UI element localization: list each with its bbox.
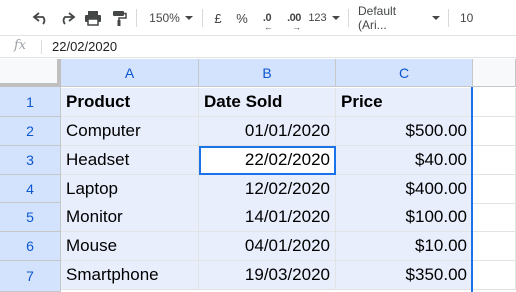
cell-d2[interactable] — [473, 117, 516, 146]
cell-a7[interactable]: Smartphone — [61, 261, 199, 290]
cell-c2[interactable]: $500.00 — [336, 117, 473, 146]
column-header-c[interactable]: C — [336, 59, 473, 87]
toolbar-divider — [202, 9, 203, 27]
chevron-down-icon — [331, 16, 340, 20]
increase-decimal-button[interactable]: .00 → — [282, 7, 306, 32]
cell-a6[interactable]: Mouse — [61, 232, 199, 261]
cell-d5[interactable] — [473, 203, 516, 232]
cell-c4[interactable]: $400.00 — [336, 175, 473, 204]
print-icon[interactable] — [82, 7, 104, 29]
paint-format-icon[interactable] — [108, 7, 130, 29]
cell-c6[interactable]: $10.00 — [336, 232, 473, 261]
decrease-decimal-button[interactable]: .0 ← — [256, 7, 278, 32]
font-value: Default (Ari... — [358, 4, 397, 32]
row-header-2[interactable]: 2 — [0, 117, 61, 146]
cell-d7[interactable] — [473, 261, 516, 290]
formula-bar: fx 22/02/2020 — [0, 36, 516, 58]
currency-format-button[interactable]: £ — [210, 7, 226, 29]
cell-a4[interactable]: Laptop — [61, 175, 199, 204]
row-header-3[interactable]: 3 — [0, 146, 61, 175]
formula-input[interactable]: 22/02/2020 — [52, 39, 117, 54]
cell-a3[interactable]: Headset — [61, 146, 199, 175]
fx-label: fx — [14, 38, 27, 53]
selection-range-border — [471, 87, 473, 292]
cell-d4[interactable] — [473, 175, 516, 204]
font-select[interactable]: Default (Ari... — [358, 4, 440, 32]
cell-d3[interactable] — [473, 146, 516, 175]
percent-format-button[interactable]: % — [234, 7, 250, 29]
arrow-left-icon: ← — [264, 22, 273, 32]
column-header-d[interactable] — [473, 59, 516, 87]
font-size-value: 10 — [460, 11, 474, 25]
row-header-6[interactable]: 6 — [0, 232, 61, 261]
row-header-5[interactable]: 5 — [0, 203, 61, 232]
cell-c1[interactable]: Price — [336, 88, 473, 117]
row-header-4[interactable]: 4 — [0, 175, 61, 203]
chevron-down-icon — [432, 16, 440, 20]
cell-b6[interactable]: 04/01/2020 — [199, 232, 336, 261]
cell-b3-active[interactable]: 22/02/2020 — [199, 146, 336, 175]
cell-a2[interactable]: Computer — [61, 117, 199, 146]
more-formats-select[interactable]: 123 — [308, 7, 340, 29]
more-formats-label: 123 — [308, 12, 327, 24]
cell-c7[interactable]: $350.00 — [336, 261, 473, 290]
row-header-7[interactable]: 7 — [0, 261, 61, 292]
cell-a1[interactable]: Product — [61, 88, 199, 117]
undo-icon[interactable] — [30, 7, 52, 29]
select-all-corner[interactable] — [0, 59, 61, 87]
cell-a5[interactable]: Monitor — [61, 203, 199, 232]
cell-b2[interactable]: 01/01/2020 — [199, 117, 336, 146]
arrow-right-icon: → — [292, 22, 301, 32]
cell-c3[interactable]: $40.00 — [336, 146, 473, 175]
cell-b4[interactable]: 12/02/2020 — [199, 175, 336, 204]
column-header-b[interactable]: B — [199, 59, 336, 87]
column-header-a[interactable]: A — [61, 59, 199, 87]
redo-icon[interactable] — [56, 7, 78, 29]
zoom-value: 150% — [149, 11, 180, 25]
cell-b1[interactable]: Date Sold — [199, 88, 336, 117]
toolbar-divider — [348, 9, 349, 27]
cell-b5[interactable]: 14/01/2020 — [199, 203, 336, 232]
cell-d1[interactable] — [473, 88, 516, 117]
chevron-down-icon — [184, 16, 193, 20]
font-size-select[interactable]: 10 — [460, 7, 500, 29]
cell-c5[interactable]: $100.00 — [336, 203, 473, 232]
cell-d6[interactable] — [473, 232, 516, 261]
toolbar-divider — [136, 9, 137, 27]
toolbar-divider — [448, 9, 449, 27]
cell-b7[interactable]: 19/03/2020 — [199, 261, 336, 290]
formula-divider — [41, 40, 42, 54]
zoom-select[interactable]: 150% — [146, 7, 196, 29]
toolbar: 150% £ % .0 ← .00 → 123 Default (Ari... … — [0, 0, 516, 36]
row-header-1[interactable]: 1 — [0, 87, 61, 117]
